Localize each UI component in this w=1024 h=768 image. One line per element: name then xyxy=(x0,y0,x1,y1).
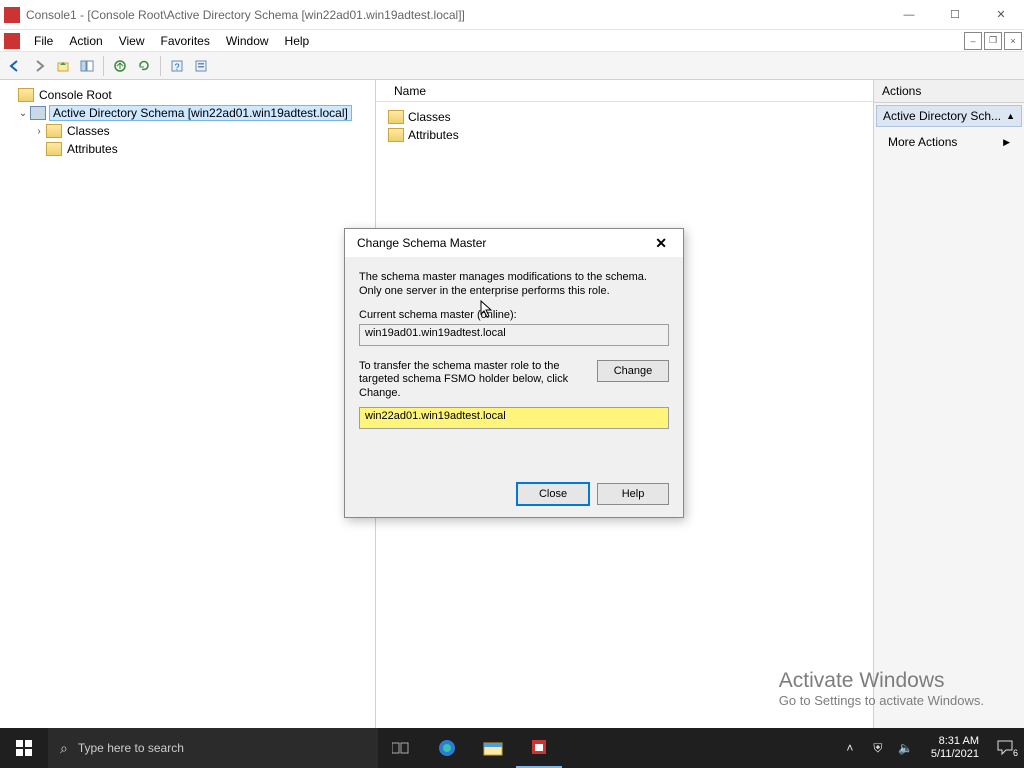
current-master-label: Current schema master (online): xyxy=(359,309,669,321)
target-master-field: win22ad01.win19adtest.local xyxy=(359,407,669,429)
dialog-description: The schema master manages modifications … xyxy=(359,271,669,299)
tree-root[interactable]: Console Root xyxy=(4,86,371,104)
list-header[interactable]: Name xyxy=(376,80,873,102)
svg-text:?: ? xyxy=(174,62,179,72)
network-icon[interactable]: ⛨ xyxy=(869,741,887,756)
system-tray[interactable]: ˄ ⛨ 🔈 8:31 AM 5/11/2021 6 xyxy=(841,728,1024,768)
menu-file[interactable]: File xyxy=(26,30,61,51)
taskbar-search[interactable]: ⌕ Type here to search xyxy=(48,728,378,768)
list-item-label: Classes xyxy=(408,110,451,124)
titlebar: Console1 - [Console Root\Active Director… xyxy=(0,0,1024,30)
actions-more[interactable]: More Actions ▶ xyxy=(874,129,1024,155)
mmc-icon xyxy=(4,33,20,49)
clock[interactable]: 8:31 AM 5/11/2021 xyxy=(925,735,985,760)
tree-root-label: Console Root xyxy=(37,88,114,102)
refresh-button[interactable] xyxy=(133,55,155,77)
actions-section-label: Active Directory Sch... xyxy=(883,109,1001,123)
forward-button[interactable] xyxy=(28,55,50,77)
tree-ad-schema[interactable]: ⌄ Active Directory Schema [win22ad01.win… xyxy=(4,104,371,122)
window-title: Console1 - [Console Root\Active Director… xyxy=(26,8,886,22)
windows-logo-icon xyxy=(16,740,32,756)
taskbar-app-explorer[interactable] xyxy=(470,728,516,768)
watermark-title: Activate Windows xyxy=(779,669,984,693)
watermark-subtitle: Go to Settings to activate Windows. xyxy=(779,693,984,708)
folder-icon xyxy=(46,142,62,156)
folder-icon xyxy=(388,128,404,142)
folder-icon xyxy=(388,110,404,124)
start-button[interactable] xyxy=(0,728,48,768)
search-placeholder: Type here to search xyxy=(78,741,184,755)
collapse-up-icon: ▲ xyxy=(1006,111,1015,121)
column-name[interactable]: Name xyxy=(388,84,432,98)
list-body: Classes Attributes xyxy=(376,102,873,150)
notifications-icon[interactable] xyxy=(995,737,1013,760)
taskbar-app-edge[interactable] xyxy=(424,728,470,768)
tree-attributes-label: Attributes xyxy=(65,142,120,156)
list-item-label: Attributes xyxy=(408,128,459,142)
export-button[interactable] xyxy=(109,55,131,77)
task-view-button[interactable] xyxy=(378,728,424,768)
mdi-minimize-button[interactable]: – xyxy=(964,32,982,50)
mdi-buttons: – ❐ × xyxy=(964,32,1022,50)
maximize-button[interactable]: ☐ xyxy=(932,0,978,30)
dialog-title: Change Schema Master xyxy=(357,236,486,250)
change-button[interactable]: Change xyxy=(597,360,669,382)
expander-icon[interactable]: › xyxy=(32,126,46,137)
clock-date: 5/11/2021 xyxy=(931,748,979,761)
menubar: File Action View Favorites Window Help –… xyxy=(0,30,1024,52)
dialog-close-button[interactable]: ✕ xyxy=(649,233,673,254)
actions-pane: Actions Active Directory Sch... ▲ More A… xyxy=(874,80,1024,728)
up-button[interactable] xyxy=(52,55,74,77)
close-button[interactable]: ✕ xyxy=(978,0,1024,30)
notification-count: 6 xyxy=(1013,748,1018,758)
actions-more-label: More Actions xyxy=(888,135,957,149)
help-dialog-button[interactable]: Help xyxy=(597,483,669,505)
window-buttons: — ☐ ✕ xyxy=(886,0,1024,30)
change-schema-master-dialog: Change Schema Master ✕ The schema master… xyxy=(344,228,684,518)
show-hide-tree-button[interactable] xyxy=(76,55,98,77)
back-button[interactable] xyxy=(4,55,26,77)
menu-action[interactable]: Action xyxy=(61,30,110,51)
app-icon xyxy=(4,7,20,23)
tree-pane[interactable]: Console Root ⌄ Active Directory Schema [… xyxy=(0,80,376,728)
arrow-right-icon: ▶ xyxy=(1003,137,1010,148)
volume-icon[interactable]: 🔈 xyxy=(897,741,915,755)
dialog-titlebar[interactable]: Change Schema Master ✕ xyxy=(345,229,683,257)
minimize-button[interactable]: — xyxy=(886,0,932,30)
current-master-field: win19ad01.win19adtest.local xyxy=(359,324,669,346)
tree-ad-schema-label: Active Directory Schema [win22ad01.win19… xyxy=(49,105,352,121)
list-item[interactable]: Attributes xyxy=(388,126,861,144)
task-icons xyxy=(378,728,562,768)
taskbar[interactable]: ⌕ Type here to search ˄ ⛨ 🔈 8:31 AM 5/11… xyxy=(0,728,1024,768)
transfer-text: To transfer the schema master role to th… xyxy=(359,360,587,401)
menu-view[interactable]: View xyxy=(111,30,153,51)
help-button[interactable]: ? xyxy=(166,55,188,77)
menu-favorites[interactable]: Favorites xyxy=(153,30,218,51)
folder-icon xyxy=(46,124,62,138)
tree-attributes[interactable]: Attributes xyxy=(4,140,371,158)
taskbar-app-mmc[interactable] xyxy=(516,728,562,768)
actions-section[interactable]: Active Directory Sch... ▲ xyxy=(876,105,1022,127)
expander-icon[interactable]: ⌄ xyxy=(16,108,30,119)
toolbar: ? xyxy=(0,52,1024,80)
menu-window[interactable]: Window xyxy=(218,30,277,51)
actions-header: Actions xyxy=(874,80,1024,103)
menu-help[interactable]: Help xyxy=(277,30,318,51)
mdi-close-button[interactable]: × xyxy=(1004,32,1022,50)
list-item[interactable]: Classes xyxy=(388,108,861,126)
clock-time: 8:31 AM xyxy=(931,735,979,748)
tree-classes-label: Classes xyxy=(65,124,112,138)
mdi-restore-button[interactable]: ❐ xyxy=(984,32,1002,50)
activation-watermark: Activate Windows Go to Settings to activ… xyxy=(779,669,984,708)
close-dialog-button[interactable]: Close xyxy=(517,483,589,505)
search-icon: ⌕ xyxy=(60,740,68,757)
properties-button[interactable] xyxy=(190,55,212,77)
console-root-icon xyxy=(18,88,34,102)
tray-overflow-icon[interactable]: ˄ xyxy=(841,741,859,755)
tree-classes[interactable]: › Classes xyxy=(4,122,371,140)
ad-schema-icon xyxy=(30,106,46,120)
